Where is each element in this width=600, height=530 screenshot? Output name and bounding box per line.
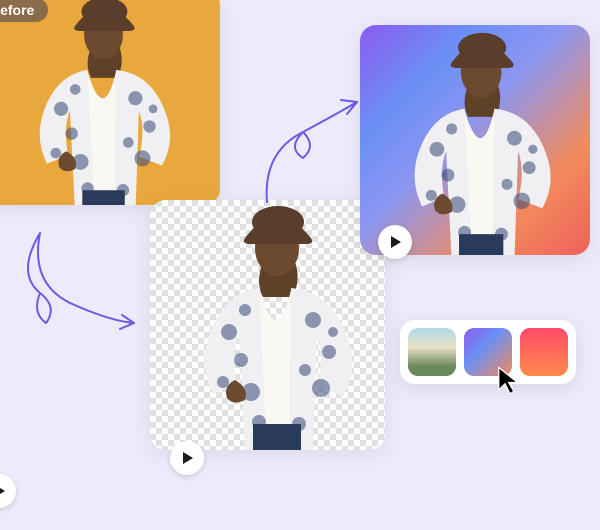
preset-red[interactable] (520, 328, 568, 376)
person-illustration (380, 25, 575, 255)
before-badge: Before (0, 0, 48, 22)
flow-arrow-1 (10, 225, 140, 365)
person-illustration (0, 0, 210, 205)
flow-arrow-2 (255, 90, 365, 210)
play-icon (182, 452, 194, 464)
removed-bg-card (150, 200, 385, 450)
play-icon (390, 236, 402, 248)
preset-beach[interactable] (408, 328, 456, 376)
preset-gradient[interactable] (464, 328, 512, 376)
play-button-stage-1[interactable] (0, 474, 16, 508)
background-preset-tray (400, 320, 576, 384)
play-button-stage-3[interactable] (378, 225, 412, 259)
play-icon (0, 485, 6, 497)
play-button-stage-2[interactable] (170, 441, 204, 475)
after-card (360, 25, 590, 255)
before-card: Before (0, 0, 220, 205)
person-illustration (168, 200, 378, 450)
